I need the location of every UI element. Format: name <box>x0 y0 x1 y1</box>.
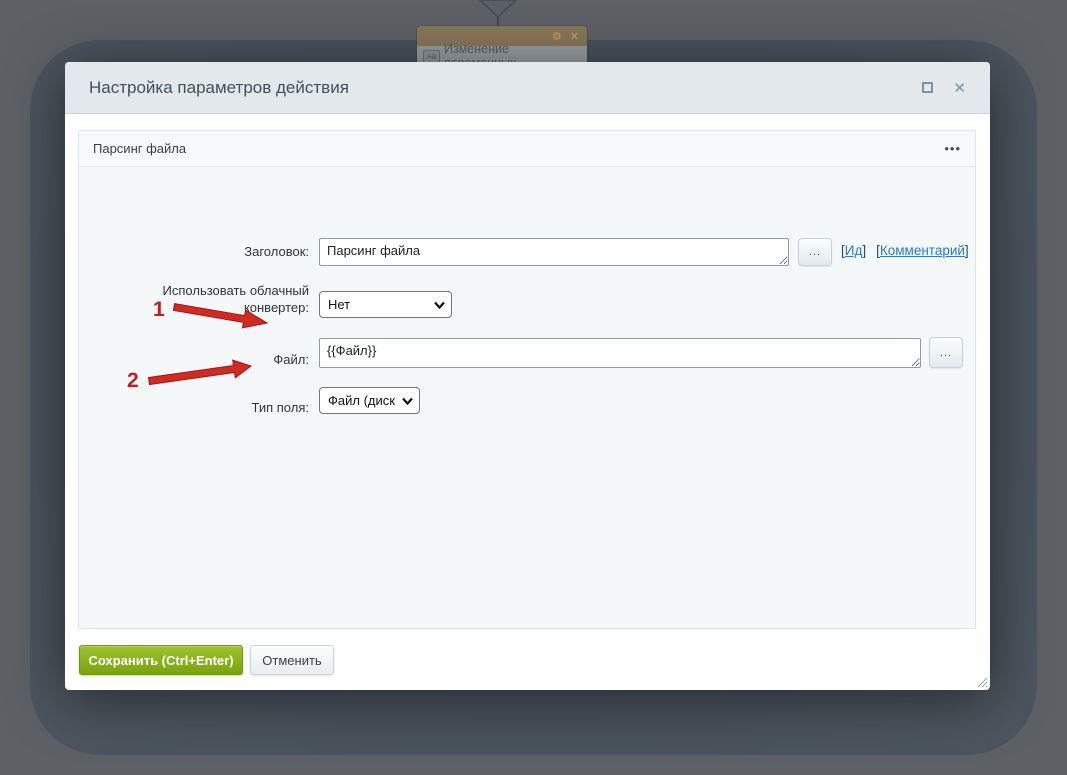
variables-icon: ≡a <box>423 50 440 63</box>
panel-menu-icon[interactable]: ••• <box>944 144 961 154</box>
flowchart-node: ⚙ ✕ ≡a Изменение переменных <box>417 26 587 66</box>
file-input[interactable]: {{Файл}} <box>319 338 921 368</box>
id-link[interactable]: Ид <box>845 243 863 258</box>
title-more-button[interactable]: ... <box>798 238 832 266</box>
panel-title: Парсинг файла <box>93 141 186 156</box>
title-input[interactable]: Парсинг файла <box>319 238 789 266</box>
save-button[interactable]: Сохранить (Ctrl+Enter) <box>79 645 243 675</box>
meta-links: [Ид][Комментарий] <box>841 243 969 258</box>
panel-body: Заголовок: Парсинг файла ... [Ид][Коммен… <box>79 167 975 628</box>
dialog-title: Настройка параметров действия <box>89 78 349 98</box>
field-type-select[interactable]: Файл (диск) <box>319 387 420 414</box>
file-more-button[interactable]: ... <box>929 337 963 368</box>
comment-link[interactable]: Комментарий <box>880 243 965 258</box>
maximize-icon[interactable] <box>922 82 933 93</box>
file-label: Файл: <box>79 351 309 368</box>
comment-bracket-close: ] <box>965 243 969 258</box>
converter-select[interactable]: Нет <box>319 291 452 318</box>
action-settings-dialog: Настройка параметров действия ✕ Парсинг … <box>65 62 990 690</box>
title-label: Заголовок: <box>79 243 309 260</box>
cancel-button[interactable]: Отменить <box>250 645 334 675</box>
action-panel: Парсинг файла ••• Заголовок: Парсинг фай… <box>78 130 976 629</box>
gear-icon[interactable]: ⚙ <box>552 30 562 43</box>
dialog-header: Настройка параметров действия ✕ <box>65 62 990 114</box>
node-close-icon[interactable]: ✕ <box>570 30 579 43</box>
field-type-label: Тип поля: <box>79 399 309 416</box>
converter-label: Использовать облачный конвертер: <box>149 282 309 316</box>
panel-header: Парсинг файла ••• <box>79 131 975 167</box>
close-icon[interactable]: ✕ <box>953 79 966 97</box>
resize-grip[interactable] <box>975 675 988 688</box>
id-bracket-close: ] <box>862 243 866 258</box>
